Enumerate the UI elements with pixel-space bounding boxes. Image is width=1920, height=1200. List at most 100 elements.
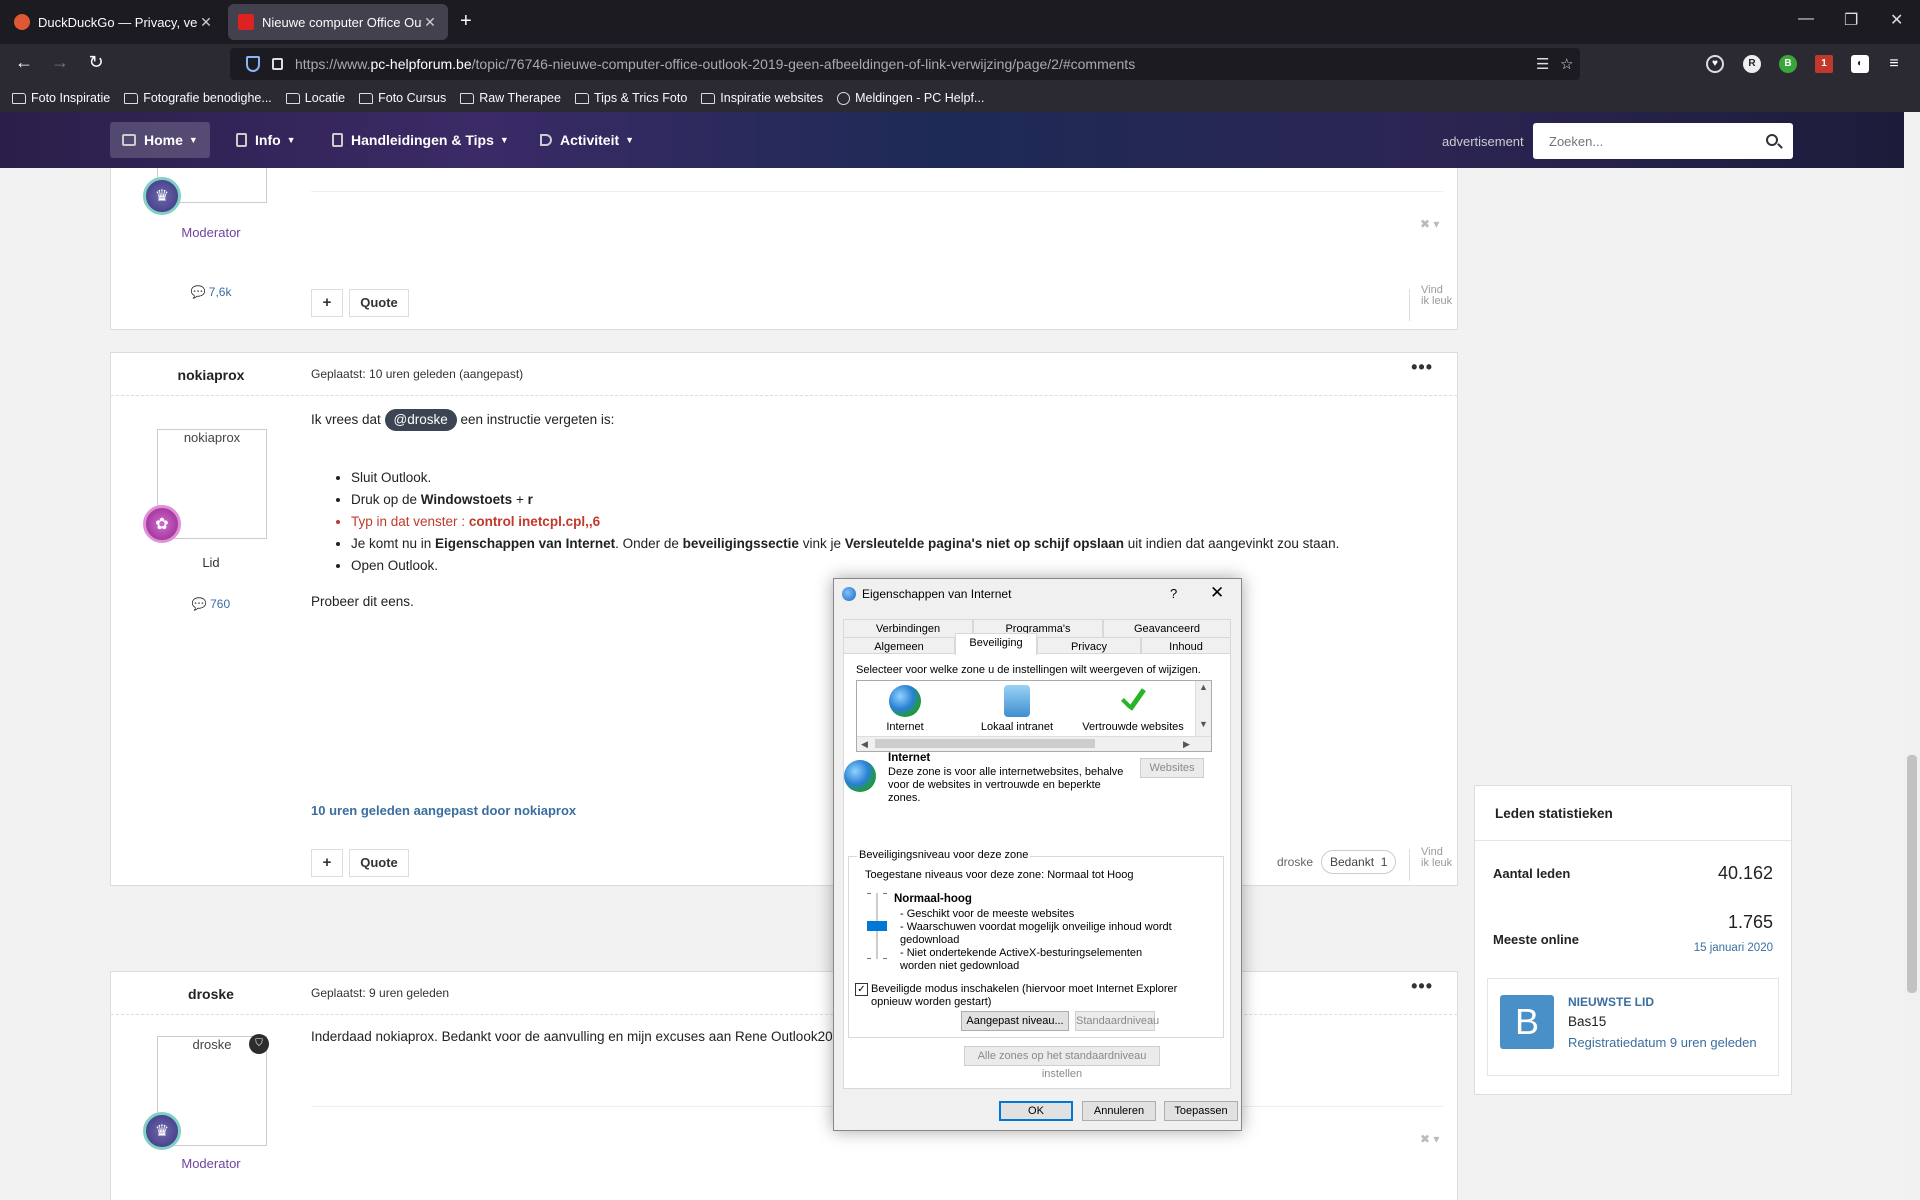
close-window-icon[interactable]: ✕: [1890, 10, 1903, 30]
avatar[interactable]: B: [1500, 995, 1554, 1049]
tab-pc-helpforum[interactable]: Nieuwe computer Office Outlook 2019 ✕: [228, 4, 448, 40]
bookmark-item[interactable]: Foto Cursus: [359, 91, 446, 105]
scroll-down-icon[interactable]: ▼: [1199, 719, 1208, 729]
menu-activity[interactable]: Activiteit ▼: [528, 122, 646, 158]
folder-icon: [359, 92, 374, 104]
author-name[interactable]: nokiaprox: [111, 367, 311, 383]
apply-button[interactable]: Toepassen: [1164, 1101, 1238, 1121]
mention-link[interactable]: @droske: [384, 409, 457, 431]
tab-verbindingen[interactable]: Verbindingen: [843, 619, 973, 637]
caret-down-icon: ▼: [625, 135, 635, 145]
post-options-icon[interactable]: •••: [1411, 976, 1433, 997]
author-name[interactable]: droske: [111, 986, 311, 1002]
dialog-titlebar[interactable]: Eigenschappen van Internet: [834, 579, 1241, 609]
bookmark-item[interactable]: Meldingen - PC Helpf...: [837, 91, 984, 105]
extension-b-icon[interactable]: B: [1779, 55, 1797, 73]
dialog-title: Eigenschappen van Internet: [862, 587, 1012, 601]
default-level-button[interactable]: Standaardniveau: [1075, 1011, 1159, 1031]
zone-local-intranet[interactable]: Lokaal intranet: [969, 685, 1065, 733]
zone-trusted-sites[interactable]: Vertrouwde websites: [1077, 685, 1189, 733]
bookmark-item[interactable]: Locatie: [285, 91, 345, 105]
close-tab-icon[interactable]: ✕: [422, 14, 438, 31]
zone-list-horizontal-scrollbar[interactable]: ◀ ▶: [857, 736, 1211, 751]
checkmark-icon: [1117, 685, 1149, 717]
thanked-reaction-badge[interactable]: Bedankt 1: [1321, 850, 1397, 874]
like-button[interactable]: Vind ik leuk: [1421, 847, 1453, 869]
scroll-right-icon[interactable]: ▶: [1183, 739, 1190, 750]
zone-internet[interactable]: Internet: [865, 685, 945, 733]
zone-list[interactable]: Internet Lokaal intranet Vertrouwde webs…: [856, 680, 1212, 752]
extension-square-icon[interactable]: ◐: [1851, 55, 1869, 73]
protected-mode-checkbox[interactable]: ✓: [855, 983, 868, 996]
cancel-button[interactable]: Annuleren: [1082, 1101, 1156, 1121]
ok-button[interactable]: OK: [999, 1101, 1073, 1121]
scroll-left-icon[interactable]: ◀: [861, 739, 868, 750]
close-icon[interactable]: ✕: [1210, 583, 1224, 603]
edited-note[interactable]: 10 uren geleden aangepast door nokiaprox: [311, 803, 576, 818]
multiquote-plus-button[interactable]: +: [311, 289, 343, 317]
like-button[interactable]: Vind ik leuk: [1421, 285, 1453, 307]
extension-r-icon[interactable]: R: [1743, 55, 1761, 73]
help-icon[interactable]: ?: [1170, 586, 1177, 601]
scrollbar-thumb[interactable]: [875, 739, 1095, 748]
stat-date: 15 januari 2020: [1693, 942, 1773, 954]
bookmark-item[interactable]: Raw Therapee: [460, 91, 561, 105]
bookmark-star-icon[interactable]: ☆: [1560, 55, 1573, 73]
forward-arrow-icon[interactable]: →: [48, 52, 72, 73]
menu-info[interactable]: Info ▼: [224, 122, 308, 158]
security-slider-thumb[interactable]: [867, 921, 887, 931]
reaction-icon[interactable]: ✖ ▾: [1420, 217, 1439, 231]
back-arrow-icon[interactable]: ←: [12, 52, 36, 73]
multiquote-plus-button[interactable]: +: [311, 849, 343, 877]
protected-mode-checkbox-row[interactable]: ✓ Beveiligde modus inschakelen (hiervoor…: [855, 983, 1195, 1009]
reload-icon[interactable]: ↻: [84, 52, 108, 73]
websites-button[interactable]: Websites: [1140, 758, 1204, 778]
bookmark-item[interactable]: Inspiratie websites: [701, 91, 823, 105]
divider: [1409, 289, 1410, 321]
globe-icon: [889, 685, 921, 717]
tracking-protection-shield-icon[interactable]: [246, 56, 260, 72]
custom-level-button[interactable]: Aangepast niveau...: [961, 1011, 1069, 1031]
page-scrollbar-thumb[interactable]: [1907, 755, 1917, 993]
tab-geavanceerd[interactable]: Geavanceerd: [1103, 619, 1231, 637]
minimize-window-icon[interactable]: —: [1798, 10, 1814, 28]
new-tab-icon[interactable]: +: [460, 10, 472, 33]
bookmark-item[interactable]: Foto Inspiratie: [12, 91, 110, 105]
folder-icon: [285, 92, 300, 104]
post-date: Geplaatst: 10 uren geleden (aangepast): [311, 367, 524, 381]
globe-icon: [844, 760, 876, 792]
divider: [1409, 849, 1410, 881]
bookmark-item[interactable]: Tips & Trics Foto: [574, 91, 687, 105]
scroll-up-icon[interactable]: ▲: [1199, 682, 1208, 692]
search-icon[interactable]: [1766, 134, 1778, 146]
post-date: Geplaatst: 9 uren geleden: [311, 986, 450, 1000]
post-options-icon[interactable]: •••: [1411, 357, 1433, 378]
pocket-icon[interactable]: ♥: [1706, 55, 1724, 73]
extension-notifications-icon[interactable]: 1: [1815, 55, 1833, 73]
address-bar[interactable]: https://www.pc-helpforum.be/topic/76746-…: [230, 48, 1580, 80]
allowed-levels-text: Toegestane niveaus voor deze zone: Norma…: [865, 869, 1134, 881]
zone-list-vertical-scrollbar[interactable]: ▲ ▼: [1195, 681, 1211, 737]
quote-button[interactable]: Quote: [349, 849, 409, 877]
search-input[interactable]: [1533, 123, 1793, 159]
padlock-icon[interactable]: [272, 58, 283, 70]
newest-member-name[interactable]: Bas15: [1568, 1014, 1606, 1029]
close-tab-icon[interactable]: ✕: [198, 14, 214, 31]
bookmark-item[interactable]: Fotografie benodighe...: [124, 91, 272, 105]
tab-duckduckgo[interactable]: DuckDuckGo — Privacy, vereenvoudigd. ✕: [4, 4, 224, 40]
quote-button[interactable]: Quote: [349, 289, 409, 317]
url-text[interactable]: https://www.pc-helpforum.be/topic/76746-…: [295, 56, 1135, 72]
hamburger-menu-icon[interactable]: ≡: [1885, 55, 1903, 73]
restore-window-icon[interactable]: ❐: [1844, 10, 1858, 30]
tab-beveiliging[interactable]: Beveiliging: [955, 633, 1037, 655]
reader-view-icon[interactable]: ☰: [1536, 55, 1549, 73]
reset-all-zones-button[interactable]: Alle zones op het standaardniveau instel…: [964, 1046, 1160, 1080]
author-role: Lid: [202, 555, 220, 570]
menu-home[interactable]: Home ▼: [110, 122, 210, 158]
menu-guides[interactable]: Handleidingen & Tips ▼: [320, 122, 521, 158]
page-scrollbar[interactable]: [1904, 112, 1920, 1200]
reaction-icon[interactable]: ✖ ▾: [1420, 1132, 1439, 1146]
folder-icon: [460, 92, 475, 104]
site-header: Home ▼ Info ▼ Handleidingen & Tips ▼ Activi…: [0, 112, 1904, 168]
thanked-user-link[interactable]: droske: [1277, 855, 1313, 869]
